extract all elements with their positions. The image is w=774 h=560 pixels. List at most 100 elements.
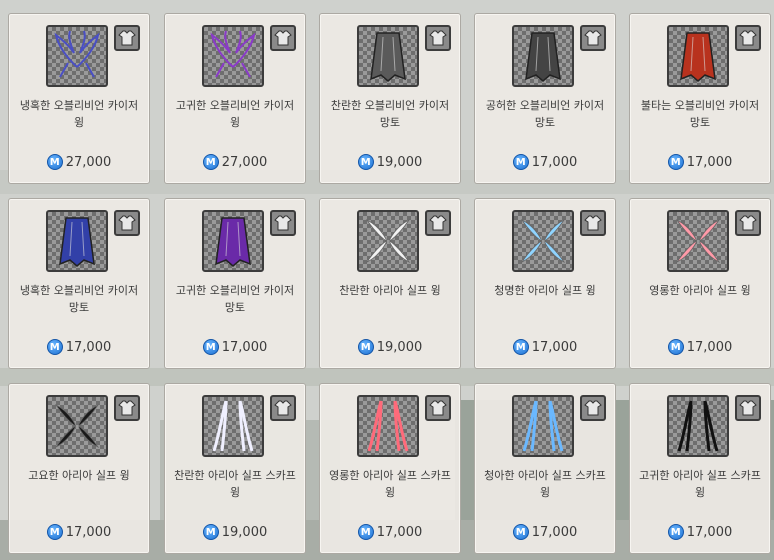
- item-name: 영롱한 아리아 실프 스카프 윙: [329, 469, 451, 499]
- cape-icon: [667, 25, 729, 87]
- item-price: M 17,000: [9, 523, 149, 541]
- price-value: 27,000: [221, 154, 268, 170]
- try-on-shirt-icon[interactable]: [114, 395, 140, 421]
- price-value: 17,000: [65, 524, 112, 540]
- item-card[interactable]: 영롱한 아리아 실프 윙 M 17,000: [629, 198, 771, 369]
- try-on-shirt-icon[interactable]: [580, 210, 606, 236]
- item-name: 공허한 오블리비언 카이저 망토: [485, 99, 605, 129]
- item-price: M 17,000: [630, 523, 770, 541]
- item-price: M 17,000: [165, 338, 305, 356]
- item-card[interactable]: 영롱한 아리아 실프 스카프 윙 M 17,000: [319, 383, 461, 554]
- item-price: M 17,000: [630, 338, 770, 356]
- item-card[interactable]: 고귀한 오블리비언 카이저 윙 M 27,000: [164, 13, 306, 184]
- try-on-shirt-icon[interactable]: [580, 25, 606, 51]
- cape-icon: [202, 210, 264, 272]
- try-on-shirt-icon[interactable]: [270, 25, 296, 51]
- item-card[interactable]: 공허한 오블리비언 카이저 망토 M 17,000: [474, 13, 616, 184]
- item-price: M 19,000: [320, 338, 460, 356]
- item-price: M 17,000: [9, 338, 149, 356]
- price-value: 27,000: [65, 154, 112, 170]
- sylph-wing-icon: [46, 395, 108, 457]
- price-value: 17,000: [531, 154, 578, 170]
- maple-point-icon: M: [202, 154, 219, 170]
- maple-point-icon: M: [667, 524, 684, 540]
- maple-point-icon: M: [46, 339, 63, 355]
- try-on-shirt-icon[interactable]: [114, 210, 140, 236]
- item-name: 고귀한 오블리비언 카이저 망토: [175, 284, 295, 314]
- item-card[interactable]: 불타는 오블리비언 카이저 망토 M 17,000: [629, 13, 771, 184]
- maple-point-icon: M: [357, 154, 374, 170]
- sylph-wing-icon: [512, 210, 574, 272]
- maple-point-icon: M: [202, 524, 219, 540]
- maple-point-icon: M: [46, 154, 63, 170]
- wing-icon: [46, 25, 108, 87]
- try-on-shirt-icon[interactable]: [425, 395, 451, 421]
- item-name: 영롱한 아리아 실프 윙: [649, 284, 751, 297]
- try-on-shirt-icon[interactable]: [425, 210, 451, 236]
- scarf-wing-icon: [357, 395, 419, 457]
- price-value: 17,000: [531, 339, 578, 355]
- maple-point-icon: M: [512, 524, 529, 540]
- item-name: 냉혹한 오블리비언 카이저 망토: [19, 284, 139, 314]
- sylph-wing-icon: [667, 210, 729, 272]
- try-on-shirt-icon[interactable]: [270, 395, 296, 421]
- item-name: 고귀한 아리아 실프 스카프 윙: [639, 469, 761, 499]
- price-value: 17,000: [686, 524, 733, 540]
- scarf-wing-icon: [512, 395, 574, 457]
- maple-point-icon: M: [512, 339, 529, 355]
- try-on-shirt-icon[interactable]: [735, 395, 761, 421]
- try-on-shirt-icon[interactable]: [425, 25, 451, 51]
- maple-point-icon: M: [46, 524, 63, 540]
- item-card[interactable]: 청아한 아리아 실프 스카프 윙 M 17,000: [474, 383, 616, 554]
- item-name: 불타는 오블리비언 카이저 망토: [640, 99, 760, 129]
- price-value: 17,000: [686, 339, 733, 355]
- item-card[interactable]: 고귀한 오블리비언 카이저 망토 M 17,000: [164, 198, 306, 369]
- item-name: 냉혹한 오블리비언 카이저 윙: [19, 99, 139, 129]
- item-price: M 19,000: [165, 523, 305, 541]
- wing-icon: [202, 25, 264, 87]
- price-value: 19,000: [376, 154, 423, 170]
- maple-point-icon: M: [512, 154, 529, 170]
- scarf-wing-icon: [202, 395, 264, 457]
- maple-point-icon: M: [202, 339, 219, 355]
- cape-icon: [46, 210, 108, 272]
- item-card[interactable]: 찬란한 오블리비언 카이저 망토 M 19,000: [319, 13, 461, 184]
- item-card[interactable]: 찬란한 아리아 실프 윙 M 19,000: [319, 198, 461, 369]
- item-price: M 17,000: [475, 523, 615, 541]
- item-name: 고귀한 오블리비언 카이저 윙: [175, 99, 295, 129]
- item-card[interactable]: 냉혹한 오블리비언 카이저 윙 M 27,000: [8, 13, 150, 184]
- item-name: 찬란한 아리아 실프 스카프 윙: [174, 469, 296, 499]
- try-on-shirt-icon[interactable]: [735, 25, 761, 51]
- maple-point-icon: M: [667, 339, 684, 355]
- item-card[interactable]: 청명한 아리아 실프 윙 M 17,000: [474, 198, 616, 369]
- item-price: M 27,000: [165, 153, 305, 171]
- item-card[interactable]: 고귀한 아리아 실프 스카프 윙 M 17,000: [629, 383, 771, 554]
- try-on-shirt-icon[interactable]: [270, 210, 296, 236]
- price-value: 17,000: [65, 339, 112, 355]
- price-value: 19,000: [221, 524, 268, 540]
- try-on-shirt-icon[interactable]: [114, 25, 140, 51]
- item-price: M 17,000: [630, 153, 770, 171]
- item-name: 찬란한 오블리비언 카이저 망토: [330, 99, 450, 129]
- price-value: 17,000: [221, 339, 268, 355]
- item-card[interactable]: 찬란한 아리아 실프 스카프 윙 M 19,000: [164, 383, 306, 554]
- cape-icon: [512, 25, 574, 87]
- price-value: 17,000: [376, 524, 423, 540]
- sylph-wing-icon: [357, 210, 419, 272]
- item-name: 고요한 아리아 실프 윙: [28, 469, 130, 482]
- try-on-shirt-icon[interactable]: [580, 395, 606, 421]
- item-price: M 17,000: [475, 338, 615, 356]
- item-price: M 17,000: [320, 523, 460, 541]
- item-price: M 19,000: [320, 153, 460, 171]
- item-price: M 27,000: [9, 153, 149, 171]
- maple-point-icon: M: [357, 524, 374, 540]
- price-value: 19,000: [376, 339, 423, 355]
- try-on-shirt-icon[interactable]: [735, 210, 761, 236]
- item-card[interactable]: 고요한 아리아 실프 윙 M 17,000: [8, 383, 150, 554]
- cape-icon: [357, 25, 419, 87]
- item-card[interactable]: 냉혹한 오블리비언 카이저 망토 M 17,000: [8, 198, 150, 369]
- item-price: M 17,000: [475, 153, 615, 171]
- price-value: 17,000: [686, 154, 733, 170]
- price-value: 17,000: [531, 524, 578, 540]
- item-name: 찬란한 아리아 실프 윙: [339, 284, 441, 297]
